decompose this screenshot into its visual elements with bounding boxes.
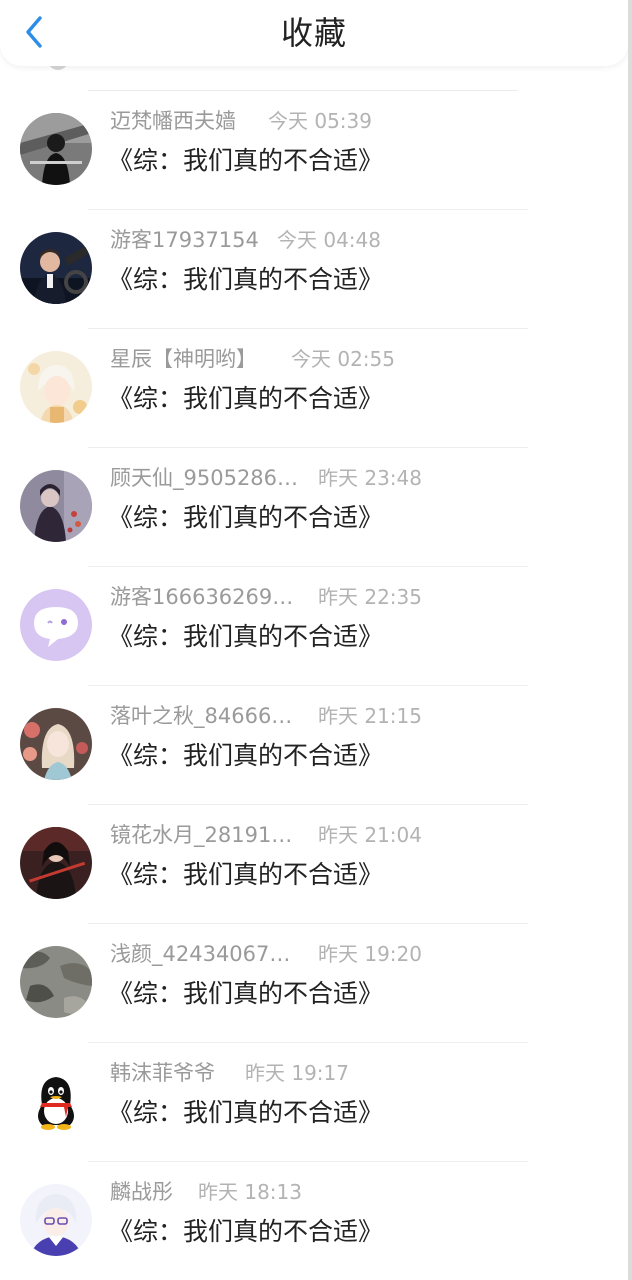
book-title[interactable]: 《综：我们真的不合适》 xyxy=(108,617,383,657)
avatar[interactable] xyxy=(20,827,92,899)
username[interactable]: 顾天仙_9505286… xyxy=(110,458,298,498)
avatar[interactable] xyxy=(20,708,92,780)
timestamp: 昨天 21:15 xyxy=(318,704,422,728)
avatar[interactable] xyxy=(20,232,92,304)
list-item[interactable]: 游客17937154 今天 04:48 《综：我们真的不合适》 xyxy=(0,210,628,329)
favorites-page: 迈梵幡西夫嫱 今天 05:39 《综：我们真的不合适》 游客17937154 今… xyxy=(0,0,628,1280)
list-item[interactable]: 落叶之秋_84666… 昨天 21:15 《综：我们真的不合适》 xyxy=(0,686,628,805)
username[interactable]: 韩沫菲爷爷 xyxy=(110,1053,215,1093)
username[interactable]: 麟战彤 xyxy=(110,1172,173,1212)
timestamp: 今天 02:55 xyxy=(291,347,395,371)
list-item[interactable]: 迈梵幡西夫嫱 今天 05:39 《综：我们真的不合适》 xyxy=(0,91,628,210)
dark-portrait-avatar-icon xyxy=(20,113,92,185)
avatar[interactable] xyxy=(20,470,92,542)
avatar[interactable] xyxy=(20,1065,92,1137)
username[interactable]: 落叶之秋_84666… xyxy=(110,696,292,736)
book-title[interactable]: 《综：我们真的不合适》 xyxy=(108,736,383,776)
timestamp: 今天 04:48 xyxy=(277,228,381,252)
timestamp: 昨天 23:48 xyxy=(318,466,422,490)
man-driving-avatar-icon xyxy=(20,232,92,304)
anime-white-hair-avatar-icon xyxy=(20,351,92,423)
book-title[interactable]: 《综：我们真的不合适》 xyxy=(108,974,383,1014)
username[interactable]: 星辰【神明哟】 xyxy=(110,339,257,379)
book-title[interactable]: 《综：我们真的不合适》 xyxy=(108,855,383,895)
qq-penguin-avatar-icon xyxy=(20,1065,92,1137)
page-title: 收藏 xyxy=(280,14,347,52)
timestamp: 昨天 19:17 xyxy=(245,1061,349,1085)
favorites-list: 迈梵幡西夫嫱 今天 05:39 《综：我们真的不合适》 游客17937154 今… xyxy=(0,0,628,1280)
list-item[interactable]: 星辰【神明哟】 今天 02:55 《综：我们真的不合适》 xyxy=(0,329,628,448)
book-title[interactable]: 《综：我们真的不合适》 xyxy=(108,260,383,300)
username[interactable]: 游客166636269… xyxy=(110,577,293,617)
list-item[interactable]: 韩沫菲爷爷 昨天 19:17 《综：我们真的不合适》 xyxy=(0,1043,628,1162)
username[interactable]: 镜花水月_28191… xyxy=(110,815,292,855)
timestamp: 昨天 21:04 xyxy=(318,823,422,847)
list-item[interactable]: 麟战彤 昨天 18:13 《综：我们真的不合适》 xyxy=(0,1162,628,1280)
anime-swordsman-avatar-icon xyxy=(20,827,92,899)
book-title[interactable]: 《综：我们真的不合适》 xyxy=(108,141,383,181)
avatar[interactable] xyxy=(20,113,92,185)
anime-girl-flowers-avatar-icon xyxy=(20,708,92,780)
purple-chat-bubble-avatar-icon xyxy=(20,589,92,661)
list-item[interactable]: 镜花水月_28191… 昨天 21:04 《综：我们真的不合适》 xyxy=(0,805,628,924)
scrollbar-track xyxy=(628,0,632,1280)
username[interactable]: 迈梵幡西夫嫱 xyxy=(110,101,236,141)
list-item[interactable]: 浅颜_42434067… 昨天 19:20 《综：我们真的不合适》 xyxy=(0,924,628,1043)
book-title[interactable]: 《综：我们真的不合适》 xyxy=(108,379,383,419)
avatar[interactable] xyxy=(20,946,92,1018)
timestamp: 昨天 19:20 xyxy=(318,942,422,966)
list-item[interactable]: 顾天仙_9505286… 昨天 23:48 《综：我们真的不合适》 xyxy=(0,448,628,567)
username[interactable]: 浅颜_42434067… xyxy=(110,934,290,974)
app-header: 收藏 xyxy=(0,0,628,66)
timestamp: 昨天 22:35 xyxy=(318,585,422,609)
avatar[interactable] xyxy=(20,351,92,423)
avatar[interactable] xyxy=(20,589,92,661)
anime-dark-scene-avatar-icon xyxy=(20,470,92,542)
username[interactable]: 游客17937154 xyxy=(110,220,259,260)
anime-glasses-boy-avatar-icon xyxy=(20,1184,92,1256)
timestamp: 今天 05:39 xyxy=(268,109,372,133)
camouflage-avatar-icon xyxy=(20,946,92,1018)
book-title[interactable]: 《综：我们真的不合适》 xyxy=(108,1093,383,1133)
timestamp: 昨天 18:13 xyxy=(198,1180,302,1204)
book-title[interactable]: 《综：我们真的不合适》 xyxy=(108,1212,383,1252)
book-title[interactable]: 《综：我们真的不合适》 xyxy=(108,498,383,538)
list-item[interactable]: 游客166636269… 昨天 22:35 《综：我们真的不合适》 xyxy=(0,567,628,686)
avatar[interactable] xyxy=(20,1184,92,1256)
